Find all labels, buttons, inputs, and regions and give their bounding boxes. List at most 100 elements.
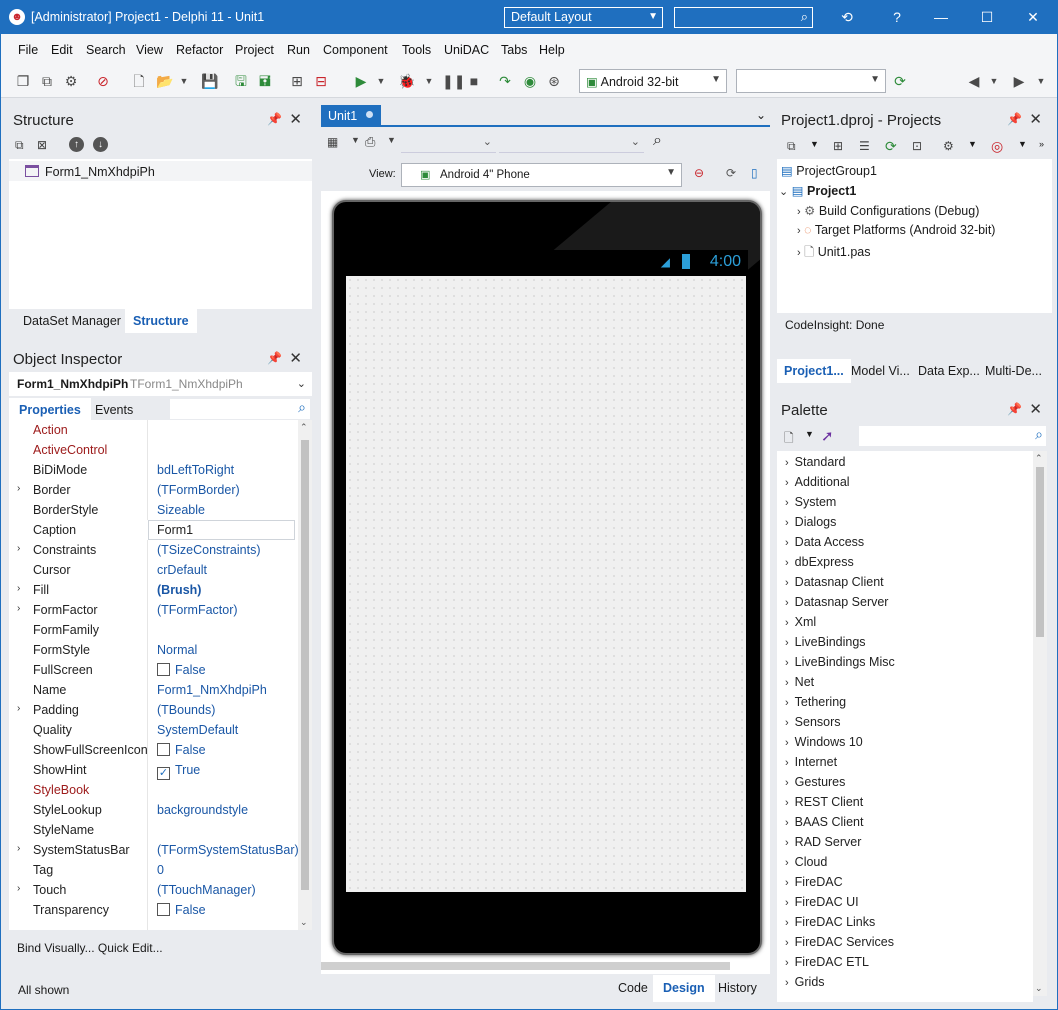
property-row[interactable]: StyleName: [9, 820, 296, 840]
palette-category[interactable]: › Standard: [785, 455, 845, 469]
remove-icon[interactable]: ⊘: [95, 73, 111, 89]
palette-category[interactable]: › FireDAC Services: [785, 935, 894, 949]
chevron-right-icon[interactable]: ›: [797, 247, 801, 259]
chevron-right-icon[interactable]: ›: [17, 583, 20, 594]
palette-category[interactable]: › BAAS Client: [785, 815, 863, 829]
platform-select[interactable]: ▣ Android 32-bit ▼: [579, 69, 727, 93]
layout-dropdown[interactable]: Default Layout ▼: [504, 7, 663, 28]
save-as-icon[interactable]: 🖬: [257, 73, 273, 89]
deploy-icon[interactable]: ⟲: [833, 7, 861, 27]
property-row[interactable]: › Padding (TBounds): [9, 700, 296, 720]
chevron-down-icon[interactable]: ▼: [805, 429, 814, 439]
property-row[interactable]: › Border (TFormBorder): [9, 480, 296, 500]
save-icon[interactable]: 💾: [201, 73, 218, 89]
property-row[interactable]: ShowFullScreenIcon False: [9, 740, 296, 760]
run-to-cursor-icon[interactable]: ⊛: [546, 73, 562, 89]
chevron-down-icon[interactable]: ▼: [351, 135, 360, 145]
property-value[interactable]: Form1: [148, 520, 295, 540]
chevron-right-icon[interactable]: ›: [785, 757, 789, 769]
chevron-right-icon[interactable]: ›: [785, 877, 789, 889]
more-icon[interactable]: »: [1039, 139, 1044, 149]
tab-structure[interactable]: Structure: [125, 309, 197, 333]
chevron-right-icon[interactable]: ›: [785, 797, 789, 809]
device-frame-icon[interactable]: ▯: [751, 166, 758, 180]
tree-node-build-configs[interactable]: › ⚙ Build Configurations (Debug): [797, 203, 979, 218]
scroll-up-icon[interactable]: ⌃: [300, 422, 308, 433]
property-row[interactable]: ShowHint ✓ True: [9, 760, 296, 780]
property-row[interactable]: › Fill (Brush): [9, 580, 296, 600]
chevron-right-icon[interactable]: ›: [785, 537, 789, 549]
tab-code[interactable]: Code: [618, 981, 648, 995]
chevron-right-icon[interactable]: ›: [785, 697, 789, 709]
close-button[interactable]: ✕: [1019, 7, 1047, 27]
property-scrollbar[interactable]: ⌃ ⌄: [298, 420, 312, 930]
palette-category[interactable]: › FireDAC UI: [785, 895, 859, 909]
chevron-right-icon[interactable]: ›: [785, 517, 789, 529]
component-dropdown[interactable]: ⌄: [401, 133, 496, 153]
view-select[interactable]: ▣ Android 4" Phone ▼: [401, 163, 682, 187]
chevron-right-icon[interactable]: ›: [785, 897, 789, 909]
tab-model-view[interactable]: Model Vi...: [851, 364, 910, 378]
palette-category[interactable]: › LiveBindings: [785, 635, 866, 649]
tab-design[interactable]: Design: [653, 975, 715, 1002]
close-icon[interactable]: ✕: [289, 349, 302, 367]
stop-icon[interactable]: ■: [466, 73, 482, 89]
tab-data-explorer[interactable]: Data Exp...: [918, 364, 980, 378]
menu-unidac[interactable]: UniDAC: [444, 43, 489, 57]
chevron-right-icon[interactable]: ›: [785, 557, 789, 569]
horizontal-scrollbar[interactable]: [321, 962, 730, 970]
palette-category[interactable]: › Data Access: [785, 535, 864, 549]
menu-tools[interactable]: Tools: [402, 43, 431, 57]
chevron-right-icon[interactable]: ›: [17, 603, 20, 614]
menu-tabs[interactable]: Tabs: [501, 43, 527, 57]
property-row[interactable]: BorderStyle Sizeable: [9, 500, 296, 520]
palette-category[interactable]: › LiveBindings Misc: [785, 655, 895, 669]
add-to-project-icon[interactable]: ⊞: [289, 73, 305, 89]
chevron-right-icon[interactable]: ›: [17, 883, 20, 894]
chevron-right-icon[interactable]: ›: [785, 917, 789, 929]
chevron-right-icon[interactable]: ›: [785, 597, 789, 609]
checkbox[interactable]: ✓: [157, 767, 170, 780]
platform-icon[interactable]: ◎: [991, 138, 1003, 155]
property-row[interactable]: Caption Form1: [9, 520, 296, 540]
help-button[interactable]: ?: [883, 7, 911, 27]
chevron-right-icon[interactable]: ›: [785, 957, 789, 969]
palette-category[interactable]: › FireDAC: [785, 875, 843, 889]
chevron-right-icon[interactable]: ›: [785, 577, 789, 589]
palette-category[interactable]: › Windows 10: [785, 735, 863, 749]
menu-refactor[interactable]: Refactor: [176, 43, 223, 57]
minimize-button[interactable]: —: [927, 7, 955, 27]
palette-category[interactable]: › REST Client: [785, 795, 863, 809]
chevron-right-icon[interactable]: ›: [785, 837, 789, 849]
property-row[interactable]: Transparency False: [9, 900, 296, 920]
palette-search-input[interactable]: ⌕: [859, 426, 1046, 446]
chevron-right-icon[interactable]: ›: [785, 637, 789, 649]
property-row[interactable]: ActiveControl: [9, 440, 296, 460]
chevron-right-icon[interactable]: ›: [797, 206, 801, 218]
bind-visually-link[interactable]: Bind Visually... Quick Edit...: [17, 941, 163, 955]
palette-category[interactable]: › Grids: [785, 975, 825, 989]
search-icon[interactable]: ⌕: [653, 132, 662, 150]
chevron-right-icon[interactable]: ›: [785, 857, 789, 869]
checkbox[interactable]: [157, 903, 170, 916]
rotate-icon[interactable]: ⟳: [726, 166, 736, 180]
palette-category[interactable]: › FireDAC ETL: [785, 955, 869, 969]
tab-multi-device[interactable]: Multi-De...: [985, 364, 1042, 378]
checkbox[interactable]: [157, 743, 170, 756]
menu-view[interactable]: View: [136, 43, 163, 57]
menu-edit[interactable]: Edit: [51, 43, 73, 57]
property-row[interactable]: Name Form1_NmXhdpiPh: [9, 680, 296, 700]
pin-icon[interactable]: 📌: [267, 112, 282, 126]
delete-component-icon[interactable]: ⊠: [37, 138, 47, 152]
chevron-down-icon[interactable]: ▼: [1033, 73, 1049, 89]
chevron-right-icon[interactable]: ›: [785, 617, 789, 629]
property-row[interactable]: Cursor crDefault: [9, 560, 296, 580]
remove-from-project-icon[interactable]: ⊟: [313, 73, 329, 89]
chevron-down-icon[interactable]: ▼: [810, 139, 819, 149]
menu-run[interactable]: Run: [287, 43, 310, 57]
new-project-icon[interactable]: ⧉: [787, 139, 796, 154]
palette-category[interactable]: › dbExpress: [785, 555, 854, 569]
chevron-down-icon[interactable]: ⌄: [779, 186, 788, 198]
save-all-icon[interactable]: 🖫: [233, 73, 249, 89]
move-up-icon[interactable]: ↑: [69, 137, 84, 152]
